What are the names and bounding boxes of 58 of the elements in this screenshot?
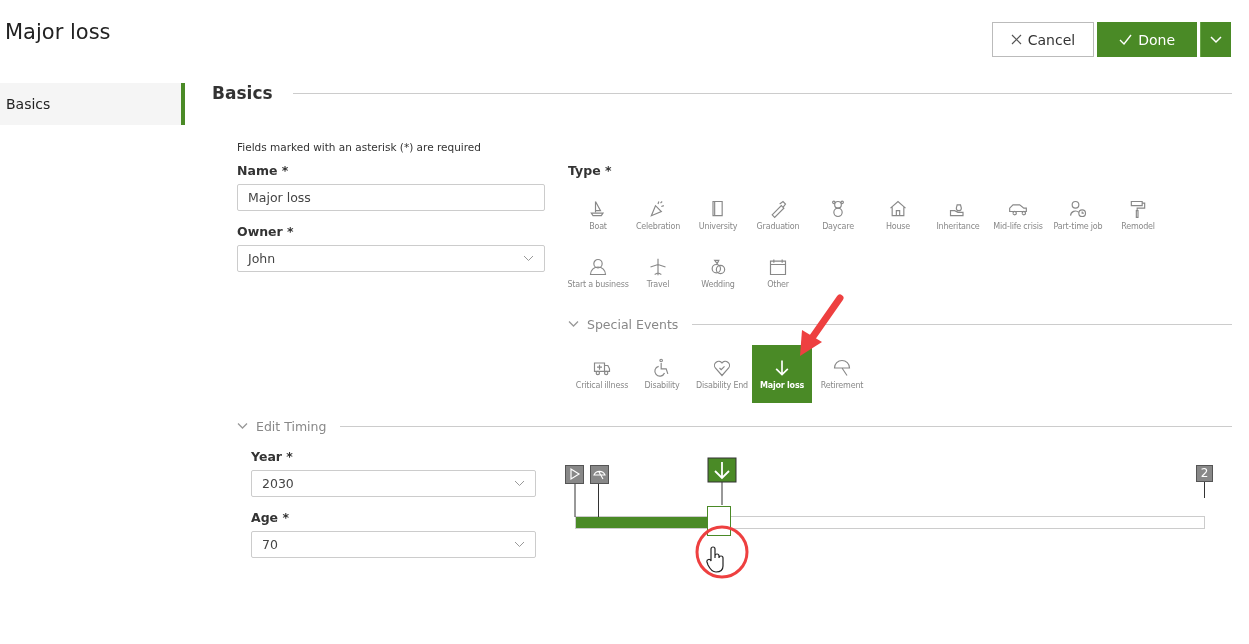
group-title: Edit Timing bbox=[256, 418, 327, 434]
event-type-option[interactable]: Boat bbox=[568, 186, 628, 244]
required-note: Fields marked with an asterisk (*) are required bbox=[237, 141, 482, 153]
group-title: Special Events bbox=[587, 316, 679, 332]
close-icon bbox=[1010, 34, 1022, 45]
event-type-option[interactable]: Travel bbox=[628, 244, 688, 302]
event-type-option[interactable]: Disability bbox=[632, 345, 692, 403]
event-type-option[interactable]: Start a business bbox=[568, 244, 628, 302]
sidebar-item[interactable]: Basics bbox=[0, 83, 185, 125]
page-title: Major loss bbox=[5, 20, 111, 44]
event-type-option[interactable]: Daycare bbox=[808, 186, 868, 244]
age-select[interactable]: 70 bbox=[251, 531, 536, 558]
hand-cursor-icon bbox=[706, 546, 726, 574]
field-label: Type * bbox=[568, 163, 613, 178]
chevron-down-icon bbox=[514, 541, 525, 548]
house-icon bbox=[888, 199, 908, 219]
section-title: Basics bbox=[212, 83, 273, 103]
checkmark-icon bbox=[1119, 34, 1133, 45]
field-label: Name * bbox=[237, 163, 290, 178]
name-input[interactable]: Major loss bbox=[237, 184, 545, 211]
event-type-option[interactable]: Critical illness bbox=[572, 345, 632, 403]
event-type-option[interactable]: Other bbox=[748, 244, 808, 302]
dropdown-button[interactable] bbox=[1200, 22, 1231, 57]
event-type-option[interactable]: Part-time job bbox=[1048, 186, 1108, 244]
event-type-option[interactable]: University bbox=[688, 186, 748, 244]
down-arrow-pin-icon[interactable] bbox=[707, 457, 738, 505]
chevron-down-icon bbox=[514, 480, 525, 487]
done-button[interactable]: Done bbox=[1097, 22, 1197, 57]
person-icon bbox=[588, 257, 608, 277]
airplane-icon bbox=[648, 257, 668, 277]
person-clock-icon bbox=[1068, 199, 1088, 219]
event-type-option[interactable]: Mid-life crisis bbox=[988, 186, 1048, 244]
field-label: Year * bbox=[251, 449, 294, 464]
field-label: Owner * bbox=[237, 224, 295, 239]
event-type-option[interactable]: Remodel bbox=[1108, 186, 1168, 244]
calendar-icon bbox=[768, 257, 788, 277]
owner-select[interactable]: John bbox=[237, 245, 545, 272]
event-type-option[interactable]: House bbox=[868, 186, 928, 244]
highlight-circle bbox=[694, 524, 750, 580]
caret-icon bbox=[1210, 35, 1222, 44]
chevron-icon[interactable] bbox=[237, 422, 248, 430]
chevron-down-icon bbox=[523, 255, 534, 262]
heart-check-icon bbox=[712, 358, 732, 378]
event-type-option[interactable]: Wedding bbox=[688, 244, 748, 302]
paint-roller-icon bbox=[1128, 199, 1148, 219]
start-pin-icon[interactable] bbox=[565, 463, 584, 517]
event-type-option[interactable]: Retirement bbox=[812, 345, 872, 403]
cancel-button[interactable]: Cancel bbox=[991, 22, 1095, 57]
year-select[interactable]: 2030 bbox=[251, 470, 536, 497]
event-type-option[interactable]: Celebration bbox=[628, 186, 688, 244]
umbrella-pin-icon[interactable] bbox=[590, 463, 609, 517]
event-type-option[interactable]: Disability End bbox=[692, 345, 752, 403]
event-type-option[interactable]: Major loss bbox=[752, 345, 812, 403]
umbrella-icon bbox=[832, 358, 852, 378]
chevron-icon[interactable] bbox=[568, 320, 579, 328]
event-type-option[interactable]: Inheritance bbox=[928, 186, 988, 244]
field-label: Age * bbox=[251, 510, 290, 525]
event-type-option[interactable]: Graduation bbox=[748, 186, 808, 244]
